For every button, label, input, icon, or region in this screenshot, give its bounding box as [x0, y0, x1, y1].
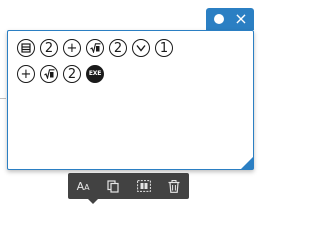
down-arrow-key-icon	[132, 39, 150, 57]
select-all-icon[interactable]	[133, 175, 155, 197]
note-toolbar: AA	[68, 173, 189, 199]
copy-icon[interactable]	[102, 175, 124, 197]
close-icon[interactable]: ×	[232, 10, 250, 28]
resize-handle[interactable]	[241, 157, 253, 169]
key-exe: EXE	[86, 65, 104, 83]
note-title-tab: ×	[206, 8, 254, 30]
key-plus: +	[17, 65, 35, 83]
note-content-area[interactable]: 2 + 2 1 + 2 EXE	[7, 30, 254, 170]
circle-dot-icon[interactable]	[214, 14, 224, 24]
font-size-icon[interactable]: AA	[72, 175, 94, 197]
key-one: 1	[155, 39, 173, 57]
key-two: 2	[109, 39, 127, 57]
fraction-key-icon	[86, 39, 104, 57]
list-menu-key-icon	[17, 39, 35, 57]
key-sequence-row-2: + 2 EXE	[17, 65, 109, 83]
key-two: 2	[40, 39, 58, 57]
font-size-small-a: A	[84, 182, 90, 192]
key-sequence-row-1: 2 + 2 1	[17, 39, 178, 57]
background-line	[0, 98, 6, 99]
trash-icon[interactable]	[163, 175, 185, 197]
toolbar-pointer	[88, 199, 98, 204]
font-size-large-a: A	[76, 179, 85, 193]
key-two: 2	[63, 65, 81, 83]
key-plus: +	[63, 39, 81, 57]
fraction-key-icon	[40, 65, 58, 83]
